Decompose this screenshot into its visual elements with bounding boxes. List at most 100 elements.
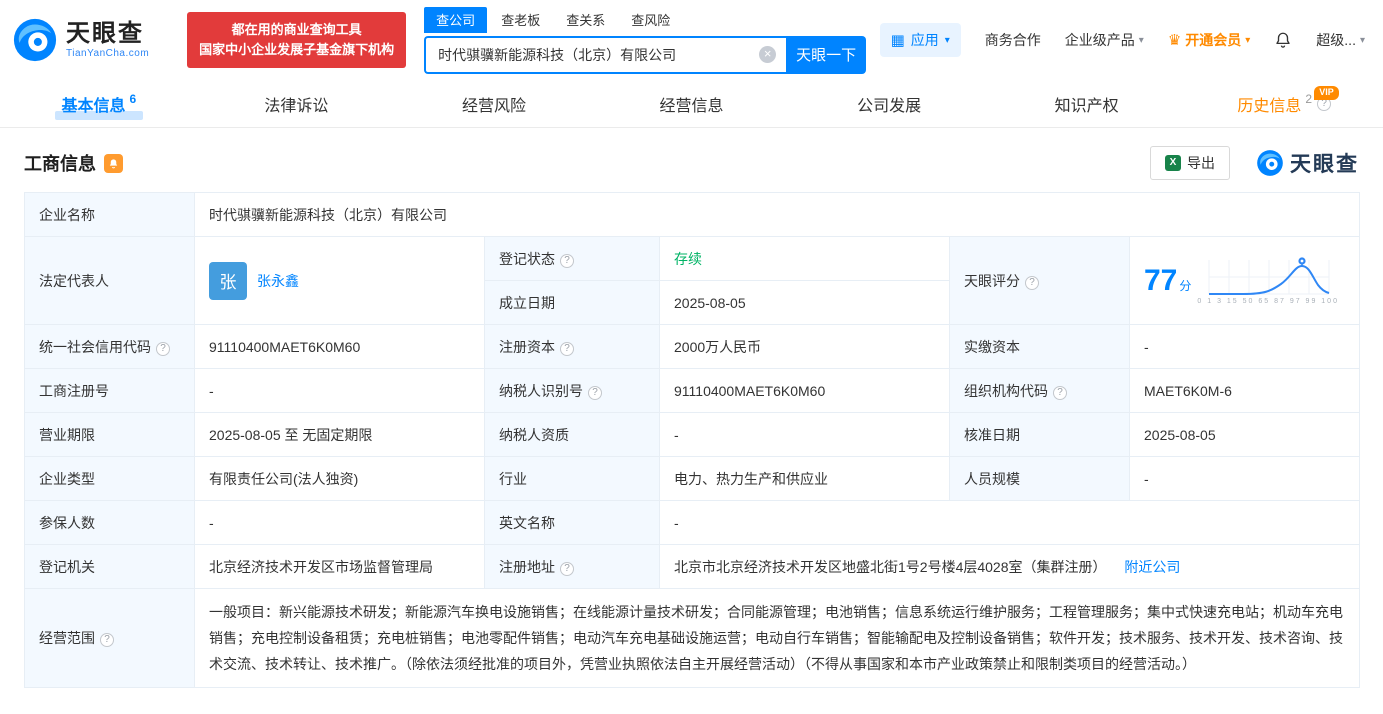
search-area: 查公司 查老板 查关系 查风险 × 天眼一下 <box>424 6 867 74</box>
promo-line-2: 国家中小企业发展子基金旗下机构 <box>199 42 395 57</box>
clear-search-icon[interactable]: × <box>759 46 777 63</box>
field-value-insured-count: - <box>194 500 485 545</box>
field-value-industry: 电力、热力生产和供应业 <box>659 456 950 501</box>
notification-bell-icon[interactable] <box>1274 31 1292 49</box>
table-row: 经营范围? 一般项目：新兴能源技术研发；新能源汽车换电设施销售；在线能源计量技术… <box>24 588 1361 688</box>
open-vip-label: 开通会员 <box>1185 32 1242 48</box>
field-value-english-name: - <box>658 500 1361 545</box>
super-vip-label: 超级... <box>1316 32 1356 48</box>
score-chart: 0 1 3 15 50 65 87 97 99 100 <box>1197 256 1339 305</box>
field-label-text: 组织机构代码 <box>964 382 1048 399</box>
field-label: 统一社会信用代码? <box>24 324 195 369</box>
field-label: 登记机关 <box>24 544 195 589</box>
table-row: 企业类型 有限责任公司(法人独资) 行业 电力、热力生产和供应业 人员规模 - <box>24 456 1361 501</box>
tab-operation-risk[interactable]: 经营风险 <box>395 80 593 127</box>
field-label: 企业名称 <box>24 192 195 237</box>
field-label: 参保人数 <box>24 500 195 545</box>
field-label: 法定代表人 <box>24 236 195 325</box>
field-label-text: 天眼评分 <box>964 272 1020 289</box>
field-label: 注册资本? <box>484 324 660 369</box>
field-label: 企业类型 <box>24 456 195 501</box>
field-value-score: 77 分 0 1 3 15 50 65 87 97 99 100 <box>1128 236 1361 325</box>
header-right-menu: ▦ 应用 ▾ 商务合作 企业级产品 ▾ ♛ 开通会员 ▾ 超级... ▾ <box>879 23 1365 57</box>
search-tab-boss[interactable]: 查老板 <box>489 7 552 33</box>
tab-label: 公司发展 <box>857 97 922 115</box>
section-title: 工商信息 <box>24 154 96 174</box>
tab-operation-info[interactable]: 经营信息 <box>593 80 791 127</box>
tab-legal-proceedings[interactable]: 法律诉讼 <box>198 80 396 127</box>
tab-label: 法律诉讼 <box>264 97 329 115</box>
promo-banner: 都在用的商业查询工具 国家中小企业发展子基金旗下机构 <box>187 11 407 69</box>
field-value-legal-rep: 张 张永鑫 <box>194 236 485 325</box>
field-label: 英文名称 <box>484 500 660 545</box>
tianyancha-logo-icon <box>1257 150 1283 176</box>
table-row: 法定代表人 张 张永鑫 登记状态? 存续 天眼评分? 77 分 0 1 3 15… <box>24 236 1361 325</box>
menu-enterprise-product[interactable]: 企业级产品 ▾ <box>1065 30 1144 50</box>
field-label: 人员规模 <box>949 456 1130 501</box>
header: 天眼查 TianYanCha.com 都在用的商业查询工具 国家中小企业发展子基… <box>0 0 1383 80</box>
table-row: 营业期限 2025-08-05 至 无固定期限 纳税人资质 - 核准日期 202… <box>24 412 1361 457</box>
score-axis: 0 1 3 15 50 65 87 97 99 100 <box>1197 298 1339 305</box>
help-icon[interactable]: ? <box>588 385 602 400</box>
tab-count: 2 <box>1305 91 1313 106</box>
table-row: 参保人数 - 英文名称 - <box>24 500 1361 545</box>
field-value-registration-authority: 北京经济技术开发区市场监督管理局 <box>194 544 485 589</box>
apps-menu[interactable]: ▦ 应用 ▾ <box>879 23 961 57</box>
tab-label: 经营信息 <box>659 97 724 115</box>
field-value-paid-in-capital: - <box>1128 324 1361 369</box>
search-button[interactable]: 天眼一下 <box>786 35 867 74</box>
help-icon[interactable]: ? <box>156 341 170 356</box>
help-icon[interactable]: ? <box>560 253 574 268</box>
enterprise-product-label: 企业级产品 <box>1064 32 1135 48</box>
menu-open-vip[interactable]: ♛ 开通会员 ▾ <box>1168 30 1250 50</box>
search-box: × <box>424 35 787 74</box>
search-tab-relation[interactable]: 查关系 <box>554 7 617 33</box>
crown-icon: ♛ <box>1167 32 1182 49</box>
tab-label: 知识产权 <box>1054 97 1119 115</box>
field-label: 核准日期 <box>949 412 1130 457</box>
legal-rep-link[interactable]: 张永鑫 <box>257 271 299 291</box>
search-input[interactable] <box>426 46 760 63</box>
field-value-reg-number: - <box>194 368 485 413</box>
field-label: 纳税人资质 <box>484 412 660 457</box>
field-value-approval-date: 2025-08-05 <box>1128 412 1361 457</box>
tab-label: 历史信息 <box>1237 97 1302 115</box>
tab-company-development[interactable]: 公司发展 <box>790 80 988 127</box>
search-tab-risk[interactable]: 查风险 <box>619 7 682 33</box>
legal-rep-avatar[interactable]: 张 <box>209 261 247 300</box>
help-icon[interactable]: ? <box>560 561 574 576</box>
field-label: 注册地址? <box>484 544 660 589</box>
field-value-credit-code: 91110400MAET6K0M60 <box>194 324 485 369</box>
field-label: 实缴资本 <box>949 324 1130 369</box>
field-label-text: 统一社会信用代码 <box>39 338 151 355</box>
help-icon[interactable]: ? <box>100 633 114 647</box>
field-label: 营业期限 <box>24 412 195 457</box>
help-icon[interactable]: ? <box>1025 275 1039 290</box>
menu-super-vip[interactable]: 超级... ▾ <box>1316 30 1365 50</box>
page: 天眼查 TianYanCha.com 都在用的商业查询工具 国家中小企业发展子基… <box>0 0 1383 714</box>
app-logo[interactable]: 天眼查 TianYanCha.com <box>12 17 149 63</box>
help-icon[interactable]: ? <box>560 341 574 356</box>
tab-basic-info[interactable]: 基本信息 6 <box>0 80 198 127</box>
logo-text-cn: 天眼查 <box>66 20 144 48</box>
monitor-bell-icon[interactable] <box>104 153 123 173</box>
tab-intellectual-property[interactable]: 知识产权 <box>988 80 1186 127</box>
business-info-section-head: 工商信息 X 导出 天眼查 <box>24 146 1359 180</box>
excel-icon: X <box>1165 155 1181 171</box>
tab-label: 基本信息 <box>61 97 126 115</box>
field-label: 天眼评分? <box>949 236 1130 325</box>
table-row: 企业名称 时代骐骥新能源科技（北京）有限公司 <box>24 192 1361 237</box>
field-label: 登记状态? <box>484 236 660 281</box>
business-info-table: 企业名称 时代骐骥新能源科技（北京）有限公司 法定代表人 张 张永鑫 登记状态?… <box>24 192 1361 688</box>
menu-business-cooperation[interactable]: 商务合作 <box>985 30 1041 50</box>
apps-grid-icon: ▦ <box>890 32 905 49</box>
nearby-company-link[interactable]: 附近公司 <box>1124 559 1180 575</box>
logo-text-en: TianYanCha.com <box>66 47 150 59</box>
export-button[interactable]: X 导出 <box>1150 146 1230 180</box>
tab-history-info[interactable]: VIP 历史信息 2 ? <box>1185 80 1383 127</box>
search-tab-company[interactable]: 查公司 <box>424 6 488 33</box>
field-label: 纳税人识别号? <box>484 368 660 413</box>
help-icon[interactable]: ? <box>1053 385 1067 400</box>
status-value: 存续 <box>674 250 702 267</box>
tianyancha-logo-icon <box>13 18 57 62</box>
